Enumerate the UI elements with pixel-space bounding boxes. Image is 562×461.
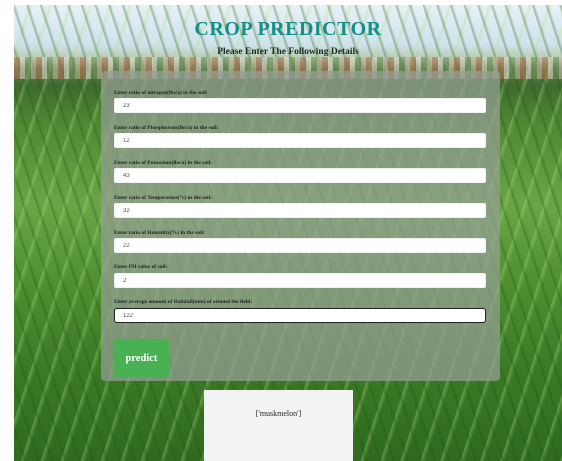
ph-label: Enter PH value of soil: [114,264,168,270]
page-title: CROP PREDICTOR [194,18,382,40]
page-subtitle: Please Enter The Following Details [217,47,359,57]
prediction-result-text: ['muskmelon'] [255,409,302,418]
humidity-label: Enter ratio of Humidity(%) in the soil: [114,230,205,236]
humidity-input[interactable] [114,238,486,253]
predict-button[interactable]: predict [114,339,169,377]
rainfall-label: Enter average amount of Rainfall(mm) of … [114,299,253,305]
potassium-label: Enter ratio of Potassium(lbs/a) in the s… [114,160,212,166]
phosphorous-label: Enter ratio of Phosphorous(lbs/a) in the… [114,125,219,131]
temperature-input[interactable] [114,203,486,218]
crop-field-background: CROP PREDICTOR Please Enter The Followin… [14,5,562,461]
nitrogen-input[interactable] [114,98,486,113]
browser-viewport: CROP PREDICTOR Please Enter The Followin… [0,0,562,461]
temperature-label: Enter ratio of Temperature(°c) in the so… [114,195,212,201]
potassium-input[interactable] [114,168,486,183]
phosphorous-input[interactable] [114,133,486,148]
crop-details-form: Enter ratio of nitrogen(lbs/a) in the so… [101,71,500,381]
ph-input[interactable] [114,273,486,288]
rainfall-input[interactable] [114,308,486,323]
prediction-result-box: ['muskmelon'] [204,390,353,461]
nitrogen-label: Enter ratio of nitrogen(lbs/a) in the so… [114,90,208,96]
